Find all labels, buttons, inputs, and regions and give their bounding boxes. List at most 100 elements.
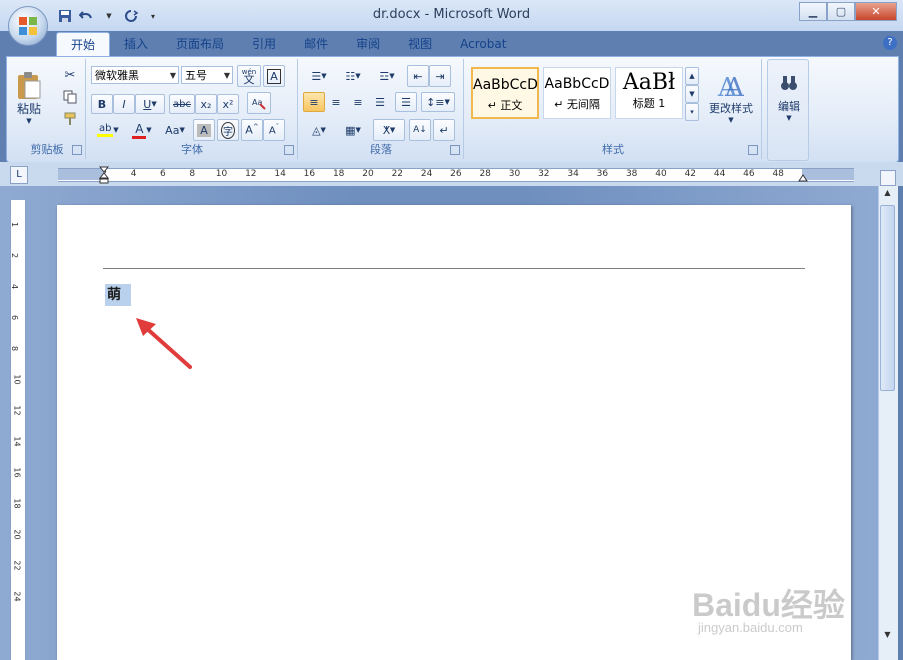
phonetic-guide-button[interactable]: wén 文: [237, 65, 261, 87]
grow-font-button[interactable]: A^: [241, 119, 263, 141]
style-normal[interactable]: AaBbCcD ↵ 正文: [471, 67, 539, 119]
ruler-tick-label: 16: [12, 467, 22, 478]
justify-icon: ☰: [375, 95, 385, 109]
scroll-down-button[interactable]: ▼: [880, 630, 895, 644]
minimize-button[interactable]: ▁: [799, 2, 827, 21]
styles-scroll-down-button[interactable]: ▼: [685, 85, 699, 103]
ruler-tick-label: 6: [160, 169, 166, 179]
styles-more-button[interactable]: ▾: [685, 103, 699, 121]
tab-mailings[interactable]: 邮件: [290, 32, 342, 56]
style-heading-1[interactable]: AaBł 标题 1: [615, 67, 683, 119]
tab-insert[interactable]: 插入: [110, 32, 162, 56]
phonetic-icon: 文: [243, 72, 255, 86]
close-button[interactable]: ✕: [855, 2, 897, 21]
distributed-button[interactable]: ☰: [395, 92, 417, 112]
redo-icon[interactable]: [122, 7, 140, 25]
align-right-icon: ≡: [353, 95, 363, 109]
character-border-button[interactable]: A: [263, 65, 285, 87]
increase-indent-button[interactable]: ⇥: [429, 65, 451, 87]
align-center-button[interactable]: ≡: [325, 92, 347, 112]
quick-access-toolbar: ▼ ▾: [56, 6, 162, 26]
vertical-ruler[interactable]: 1 2 4 6 8 10 12 14 16 18 20 22 24: [10, 200, 26, 660]
character-shading-button[interactable]: A: [193, 119, 215, 141]
customize-qat-icon[interactable]: ▾: [144, 7, 162, 25]
binoculars-icon: [781, 76, 797, 90]
change-styles-button[interactable]: A A 更改样式 ▼: [703, 63, 759, 133]
styles-scroll-up-button[interactable]: ▲: [685, 67, 699, 85]
align-left-button[interactable]: ≡: [303, 92, 325, 112]
change-case-button[interactable]: Aa ▼: [159, 119, 191, 141]
subscript-button[interactable]: x₂: [195, 94, 217, 114]
borders-button[interactable]: ▦ ▼: [337, 119, 369, 141]
justify-button[interactable]: ☰: [369, 92, 391, 112]
horizontal-ruler[interactable]: 2246810121416182022242628303234363840424…: [58, 168, 854, 182]
line-spacing-button[interactable]: ↕≡ ▼: [421, 92, 455, 112]
maximize-button[interactable]: ▢: [827, 2, 855, 21]
save-icon[interactable]: [56, 7, 74, 25]
right-indent-marker-icon[interactable]: [798, 172, 808, 186]
tab-view[interactable]: 视图: [394, 32, 446, 56]
font-dialog-launcher[interactable]: [284, 145, 294, 155]
font-color-button[interactable]: A ▼: [127, 119, 157, 141]
tab-references[interactable]: 引用: [238, 32, 290, 56]
underline-button[interactable]: U ▼: [135, 94, 165, 114]
view-ruler-button[interactable]: [880, 170, 896, 186]
style-no-spacing[interactable]: AaBbCcD ↵ 无间隔: [543, 67, 611, 119]
styles-dialog-launcher[interactable]: [748, 145, 758, 155]
font-group-label: 字体: [181, 143, 203, 156]
more-icon: ▾: [690, 108, 694, 116]
undo-icon[interactable]: [78, 7, 96, 25]
chinese-layout-button[interactable]: ⵅ ▼: [373, 119, 405, 141]
grow-font-icon: A^: [245, 123, 259, 137]
ruler-tick-label: 4: [10, 283, 20, 290]
align-right-button[interactable]: ≡: [347, 92, 369, 112]
clear-formatting-button[interactable]: Aa: [247, 92, 271, 114]
editing-button[interactable]: 编辑 ▼: [770, 64, 808, 132]
subscript-icon: x₂: [200, 97, 212, 111]
numbering-button[interactable]: ☷ ▼: [337, 65, 369, 87]
scroll-up-button[interactable]: ▲: [880, 188, 895, 202]
office-logo-icon: [19, 17, 37, 35]
ruler-tick-label: 2: [10, 252, 20, 259]
font-size-combo[interactable]: 五号 ▼: [181, 66, 233, 84]
clipboard-dialog-launcher[interactable]: [72, 145, 82, 155]
show-hide-marks-button[interactable]: ↵: [433, 119, 455, 141]
selected-text[interactable]: 萌: [105, 284, 131, 306]
format-painter-button[interactable]: [59, 109, 81, 129]
copy-button[interactable]: [59, 87, 81, 107]
help-icon[interactable]: ?: [883, 36, 897, 50]
superscript-icon: x²: [222, 97, 234, 111]
decrease-indent-button[interactable]: ⇤: [407, 65, 429, 87]
tab-review[interactable]: 审阅: [342, 32, 394, 56]
undo-dropdown-icon[interactable]: ▼: [100, 7, 118, 25]
office-button[interactable]: [8, 6, 48, 46]
italic-button[interactable]: I: [113, 94, 135, 114]
shrink-font-button[interactable]: Aˇ: [263, 119, 285, 141]
ruler-tick-label: 44: [713, 169, 726, 179]
multilevel-list-icon: ☲: [379, 69, 390, 83]
paragraph-dialog-launcher[interactable]: [450, 145, 460, 155]
shading-button[interactable]: ◬ ▼: [303, 119, 335, 141]
font-name-combo[interactable]: 微软雅黑 ▼: [91, 66, 179, 84]
scroll-thumb[interactable]: [880, 205, 895, 391]
sort-button[interactable]: A↓: [409, 119, 431, 141]
strikethrough-button[interactable]: abc: [169, 94, 195, 114]
tab-acrobat[interactable]: Acrobat: [446, 32, 520, 56]
style-sample: AaBł: [622, 70, 676, 95]
indent-marker-icon[interactable]: [98, 166, 110, 187]
superscript-button[interactable]: x²: [217, 94, 239, 114]
ruler-tick-label: 24: [420, 169, 433, 179]
ruler-tick-label: 12: [12, 405, 22, 416]
bullets-button[interactable]: ☰ ▼: [303, 65, 335, 87]
tab-selector[interactable]: L: [10, 166, 28, 184]
highlighter-icon: ab: [99, 123, 112, 134]
cut-button[interactable]: ✂: [59, 65, 81, 85]
tab-home[interactable]: 开始: [56, 32, 111, 57]
tab-page-layout[interactable]: 页面布局: [162, 32, 238, 56]
ribbon: 粘贴 ▼ ✂ 剪贴板 微软雅黑 ▼ 五号 ▼ wén 文 A B I U ▼ abc: [6, 56, 899, 163]
multilevel-list-button[interactable]: ☲ ▼: [371, 65, 403, 87]
bold-button[interactable]: B: [91, 94, 113, 114]
highlight-button[interactable]: ab ▼: [91, 119, 125, 141]
paste-button[interactable]: 粘贴 ▼: [11, 63, 47, 131]
enclose-characters-button[interactable]: 字: [217, 119, 239, 141]
